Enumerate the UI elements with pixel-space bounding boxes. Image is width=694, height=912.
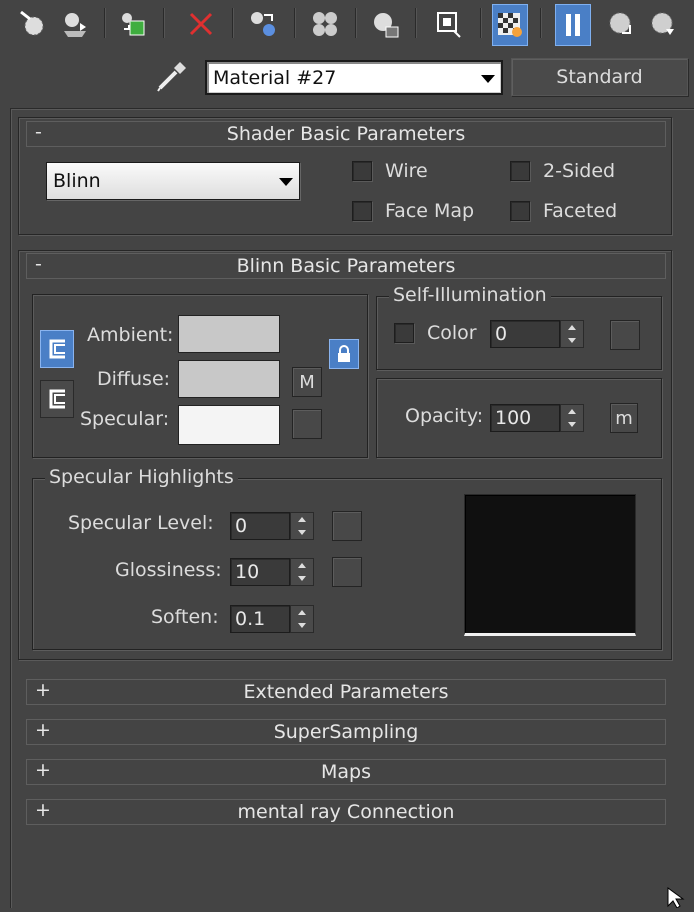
- material-name-text: Material #27: [213, 66, 337, 89]
- specular-highlights-title: Specular Highlights: [45, 466, 238, 488]
- pick-material-eyedropper-icon[interactable]: [154, 58, 190, 94]
- assign-material-icon[interactable]: [116, 4, 150, 44]
- toolbar: [0, 0, 694, 50]
- specular-level-label: Specular Level:: [68, 512, 214, 534]
- specular-map-button[interactable]: [292, 409, 322, 439]
- rollout-title: Shader Basic Parameters: [226, 123, 466, 145]
- lock-icon[interactable]: [329, 339, 359, 369]
- material-name-field[interactable]: Material #27: [205, 60, 503, 95]
- lock-diffuse-specular-icon[interactable]: [40, 380, 74, 418]
- go-forward-to-sibling-icon[interactable]: [646, 4, 680, 44]
- lock-ambient-diffuse-icon[interactable]: [40, 330, 74, 368]
- soften-spinner[interactable]: 0.1: [230, 605, 314, 633]
- opacity-map-button[interactable]: m: [610, 403, 638, 433]
- two-sided-checkbox[interactable]: [510, 161, 530, 181]
- highlight-curve-preview: [464, 494, 636, 636]
- cursor-icon: [666, 886, 688, 909]
- opacity-label: Opacity:: [405, 405, 484, 427]
- spinner-arrows[interactable]: [560, 404, 584, 432]
- rollout-title: Maps: [321, 761, 371, 783]
- opacity-value[interactable]: 100: [490, 404, 560, 432]
- two-sided-label: 2-Sided: [543, 160, 616, 182]
- self-illumination-title: Self-Illumination: [389, 284, 551, 306]
- expand-icon: +: [35, 759, 51, 781]
- faceted-label: Faceted: [543, 200, 618, 222]
- expand-icon: +: [35, 679, 51, 701]
- wire-checkbox[interactable]: [352, 161, 372, 181]
- show-shaded-material-icon[interactable]: [492, 4, 528, 46]
- soften-label: Soften:: [151, 606, 219, 628]
- material-id-channel-icon[interactable]: [368, 4, 402, 44]
- self-illumination-spinner[interactable]: 0: [490, 320, 584, 348]
- face-map-checkbox[interactable]: [352, 201, 372, 221]
- material-type-button[interactable]: Standard: [511, 58, 688, 96]
- glossiness-label: Glossiness:: [115, 559, 222, 581]
- self-illumination-color-checkbox[interactable]: [394, 323, 414, 343]
- spinner-arrows[interactable]: [290, 558, 314, 586]
- collapse-icon: -: [35, 253, 42, 275]
- shader-type-dropdown[interactable]: Blinn: [46, 162, 300, 200]
- rollout-title: SuperSampling: [273, 721, 419, 743]
- chevron-down-icon[interactable]: [279, 178, 293, 186]
- specular-level-spinner[interactable]: 0: [230, 512, 314, 540]
- rollout-shader-basic-parameters[interactable]: - Shader Basic Parameters: [26, 121, 666, 147]
- soften-value[interactable]: 0.1: [230, 605, 290, 633]
- rollout-title: Extended Parameters: [243, 681, 449, 703]
- glossiness-value[interactable]: 10: [230, 558, 290, 586]
- spinner-arrows[interactable]: [290, 512, 314, 540]
- specular-level-value[interactable]: 0: [230, 512, 290, 540]
- diffuse-map-button[interactable]: M: [292, 367, 322, 397]
- delete-icon[interactable]: [184, 4, 218, 44]
- ambient-color-swatch[interactable]: [178, 315, 280, 353]
- expand-icon: +: [35, 719, 51, 741]
- diffuse-color-swatch[interactable]: [178, 360, 280, 398]
- show-end-result-icon[interactable]: [555, 4, 591, 46]
- rollout-title: Blinn Basic Parameters: [236, 255, 456, 277]
- get-material-icon[interactable]: [16, 4, 50, 44]
- chevron-down-icon[interactable]: [481, 74, 495, 83]
- collapse-icon: -: [35, 121, 42, 143]
- opacity-spinner[interactable]: 100: [490, 404, 584, 432]
- rollout-mental-ray-connection[interactable]: + mental ray Connection: [26, 799, 666, 825]
- rollout-title: mental ray Connection: [237, 801, 455, 823]
- glossiness-spinner[interactable]: 10: [230, 558, 314, 586]
- spinner-arrows[interactable]: [560, 320, 584, 348]
- put-to-scene-icon[interactable]: [58, 4, 92, 44]
- go-to-parent-icon[interactable]: [604, 4, 638, 44]
- self-illumination-map-button[interactable]: [610, 320, 640, 350]
- spinner-arrows[interactable]: [290, 605, 314, 633]
- self-illumination-value[interactable]: 0: [490, 320, 560, 348]
- color-label: Color: [427, 322, 477, 344]
- specular-level-map-button[interactable]: [332, 511, 362, 541]
- show-map-in-viewport-icon[interactable]: [432, 4, 466, 44]
- face-map-label: Face Map: [385, 200, 475, 222]
- specular-color-swatch[interactable]: [178, 405, 280, 445]
- glossiness-map-button[interactable]: [332, 557, 362, 587]
- ambient-label: Ambient:: [87, 324, 174, 346]
- make-unique-icon[interactable]: [246, 4, 280, 44]
- rollout-supersampling[interactable]: + SuperSampling: [26, 719, 666, 745]
- shader-type-value: Blinn: [53, 170, 101, 192]
- rollout-maps[interactable]: + Maps: [26, 759, 666, 785]
- wire-label: Wire: [385, 160, 428, 182]
- specular-label: Specular:: [80, 408, 170, 430]
- diffuse-label: Diffuse:: [97, 368, 171, 390]
- rollout-extended-parameters[interactable]: + Extended Parameters: [26, 679, 666, 705]
- expand-icon: +: [35, 799, 51, 821]
- rollout-blinn-basic-parameters[interactable]: - Blinn Basic Parameters: [26, 253, 666, 279]
- faceted-checkbox[interactable]: [510, 201, 530, 221]
- put-to-library-icon[interactable]: [308, 4, 342, 44]
